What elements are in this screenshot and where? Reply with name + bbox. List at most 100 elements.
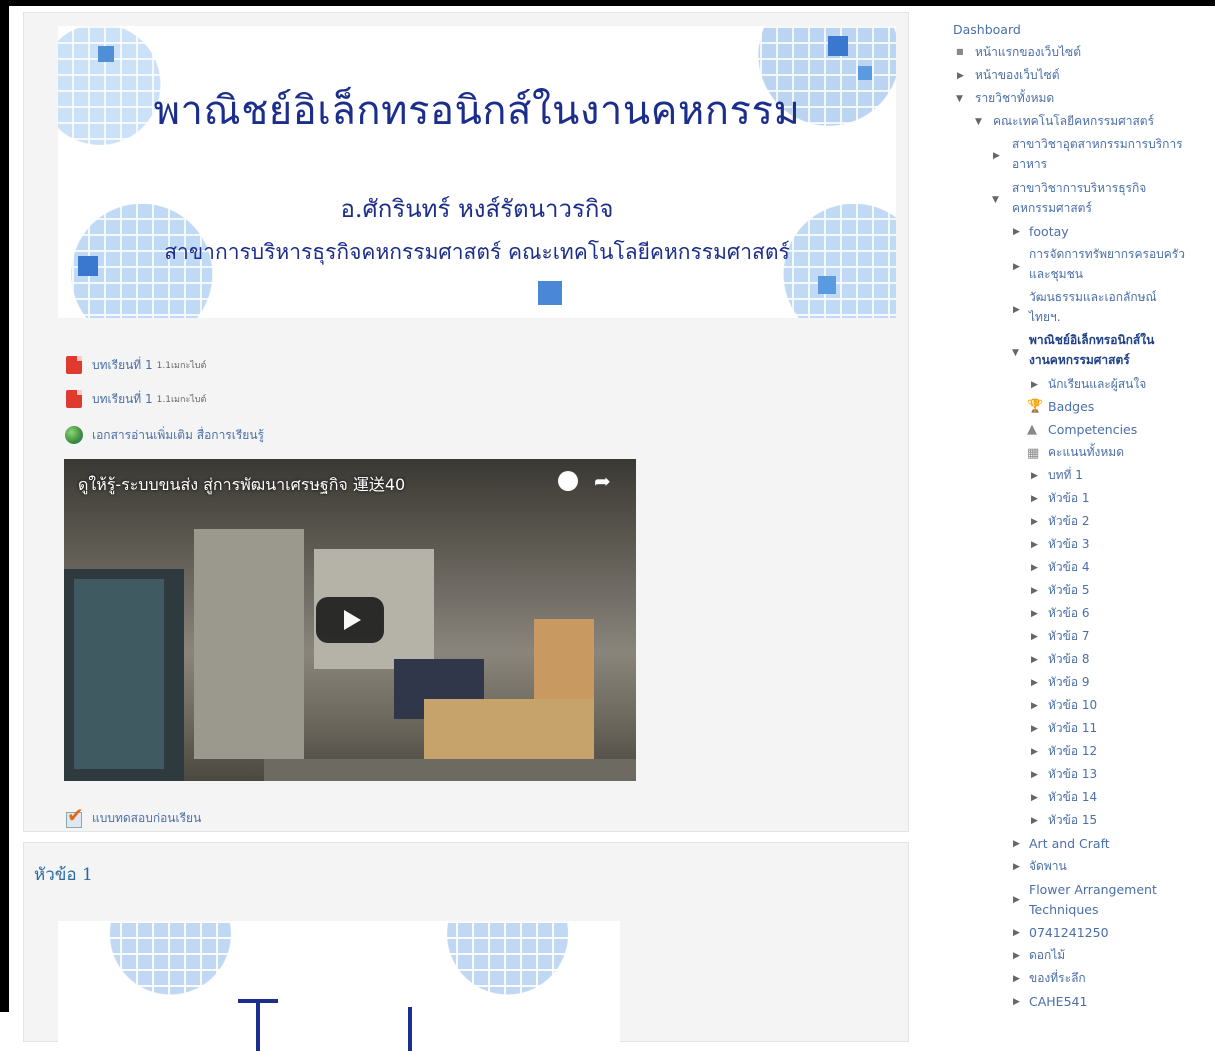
nav-topic[interactable]: หัวข้อ 5 [1048,583,1090,598]
chevron-right-icon: ▶ [993,151,1000,161]
chevron-right-icon: ▶ [1013,974,1020,984]
nav-souvenir[interactable]: ของที่ระลึก [1029,971,1086,986]
chevron-right-icon: ▶ [1013,862,1020,872]
chevron-right-icon: ▶ [1013,895,1020,905]
section-banner-image [58,921,620,1051]
nav-flower-line2[interactable]: Techniques [1029,902,1098,918]
chevron-right-icon: ▶ [1013,839,1020,849]
chevron-right-icon: ▶ [1031,609,1038,619]
activity-size: 1.1เมกะไบต์ [156,361,207,371]
chevron-right-icon: ▶ [1031,770,1038,780]
chevron-right-icon: ▶ [1031,540,1038,550]
nav-dept-biz-line1[interactable]: สาขาวิชาการบริหารธุรกิจ [1012,181,1146,196]
chevron-right-icon: ▶ [1031,655,1038,665]
chevron-right-icon: ▶ [1013,262,1020,272]
nav-dashboard[interactable]: Dashboard [953,22,1021,38]
activity-label: บทเรียนที่ 1 [92,391,153,406]
banner-title: พาณิชย์อิเล็กทรอนิกส์ในงานคหกรรม [153,88,801,134]
chevron-right-icon: ▶ [1031,701,1038,711]
chevron-right-icon: ▶ [1031,793,1038,803]
chevron-right-icon: ▶ [1031,494,1038,504]
chevron-right-icon: ▶ [1013,928,1020,938]
nav-topic[interactable]: หัวข้อ 4 [1048,560,1090,575]
banner-author: อ.ศักรินทร์ หงส์รัตนาวรกิจ [340,195,614,223]
play-button[interactable] [316,597,384,643]
chevron-right-icon: ▶ [1031,678,1038,688]
nav-dept-food-line1[interactable]: สาขาวิชาอุตสาหกรรมการบริการ [1012,137,1183,152]
globe-icon [64,425,84,445]
activity-label: เอกสารอ่านเพิ่มเติม สื่อการเรียนรู้ [92,427,264,442]
activity-lesson-1a[interactable]: บทเรียนที่ 1 1.1เมกะไบต์ [64,354,206,376]
activity-label: แบบทดสอบก่อนเรียน [92,810,202,825]
nav-topic[interactable]: หัวข้อ 3 [1048,537,1090,552]
nav-topic[interactable]: หัวข้อ 12 [1048,744,1097,759]
nav-course-code[interactable]: 0741241250 [1029,925,1109,941]
trophy-icon: 🏆 [1027,399,1044,414]
nav-footay[interactable]: footay [1029,224,1069,240]
chevron-right-icon: ▶ [1031,517,1038,527]
nav-site-home[interactable]: หน้าแรกของเว็บไซต์ [975,45,1081,60]
chevron-down-icon: ▼ [975,117,982,127]
nav-topic[interactable]: หัวข้อ 11 [1048,721,1097,736]
nav-dokmai[interactable]: ดอกไม้ [1029,948,1065,963]
chevron-right-icon: ▶ [1031,380,1038,390]
chevron-right-icon: ▶ [1031,563,1038,573]
chevron-right-icon: ▶ [1031,747,1038,757]
chevron-right-icon: ▶ [1013,951,1020,961]
chevron-right-icon: ▶ [1031,816,1038,826]
activity-pretest[interactable]: แบบทดสอบก่อนเรียน [64,803,202,829]
chevron-down-icon: ▼ [1012,348,1019,358]
nav-dept-biz-line2[interactable]: คหกรรมศาสตร์ [1012,201,1092,216]
nav-badges[interactable]: Badges [1048,399,1094,415]
watch-later-icon[interactable] [558,471,578,491]
nav-topic[interactable]: หัวข้อ 6 [1048,606,1090,621]
chevron-right-icon: ▶ [1013,305,1020,315]
activity-label: บทเรียนที่ 1 [92,357,153,372]
video-title: ดูให้รู้-ระบบขนส่ง สู่การพัฒนาเศรษฐกิจ 運… [78,475,406,494]
nav-topic[interactable]: หัวข้อ 13 [1048,767,1097,782]
share-icon[interactable]: ➦ [594,469,611,493]
chevron-right-icon: ▶ [1013,997,1020,1007]
nav-participants[interactable]: นักเรียนและผู้สนใจ [1048,377,1146,392]
nav-current-course-line1[interactable]: พาณิชย์อิเล็กทรอนิกส์ใน [1029,333,1154,348]
nav-family-line1[interactable]: การจัดการทรัพยากรครอบครัว [1029,247,1185,262]
nav-cahe541[interactable]: CAHE541 [1029,994,1087,1010]
nav-art-craft[interactable]: Art and Craft [1029,836,1110,852]
nav-topic[interactable]: หัวข้อ 2 [1048,514,1090,529]
pdf-icon [64,389,84,409]
competency-icon: ▲ [1027,422,1037,437]
nav-competencies[interactable]: Competencies [1048,422,1137,438]
nav-chapter-1[interactable]: บทที่ 1 [1048,468,1083,483]
nav-current-course-line2[interactable]: งานคหกรรมศาสตร์ [1029,353,1130,368]
nav-topic[interactable]: หัวข้อ 8 [1048,652,1090,667]
nav-faculty[interactable]: คณะเทคโนโลยีคหกรรมศาสตร์ [993,114,1154,129]
nav-dept-food-line2[interactable]: อาหาร [1012,157,1047,172]
nav-culture-line2[interactable]: ไทยฯ. [1029,310,1061,325]
course-section-intro: พาณิชย์อิเล็กทรอนิกส์ในงานคหกรรม อ.ศักริ… [23,12,909,832]
nav-topic[interactable]: หัวข้อ 10 [1048,698,1097,713]
chevron-right-icon: ▶ [1031,586,1038,596]
nav-grades[interactable]: คะแนนทั้งหมด [1048,445,1124,460]
chevron-down-icon: ▼ [992,195,999,205]
course-section-1: หัวข้อ 1 [23,842,909,1051]
banner-department: สาขาการบริหารธุรกิจคหกรรมศาสตร์ คณะเทคโน… [164,240,790,264]
pdf-icon [64,355,84,375]
navigation-block: Dashboard ■ หน้าแรกของเว็บไซต์ ▶ หน้าของ… [938,6,1215,1012]
nav-site-pages[interactable]: หน้าของเว็บไซต์ [975,68,1060,83]
nav-topic[interactable]: หัวข้อ 9 [1048,675,1090,690]
course-banner-image: พาณิชย์อิเล็กทรอนิกส์ในงานคหกรรม อ.ศักริ… [58,26,896,318]
nav-topic[interactable]: หัวข้อ 15 [1048,813,1097,828]
nav-topic[interactable]: หัวข้อ 1 [1048,491,1090,506]
nav-topic[interactable]: หัวข้อ 14 [1048,790,1097,805]
nav-culture-line1[interactable]: วัฒนธรรมและเอกลักษณ์ [1029,290,1157,305]
activity-reading[interactable]: เอกสารอ่านเพิ่มเติม สื่อการเรียนรู้ [64,424,264,446]
nav-all-courses[interactable]: รายวิชาทั้งหมด [975,91,1054,106]
nav-flower-line1[interactable]: Flower Arrangement [1029,882,1157,898]
nav-family-line2[interactable]: และชุมชน [1029,267,1083,282]
nav-jadpan[interactable]: จัดพาน [1029,859,1067,874]
main-content: พาณิชย์อิเล็กทรอนิกส์ในงานคหกรรม อ.ศักริ… [9,6,919,1051]
embedded-video[interactable]: ดูให้รู้-ระบบขนส่ง สู่การพัฒนาเศรษฐกิจ 運… [64,459,636,781]
activity-lesson-1b[interactable]: บทเรียนที่ 1 1.1เมกะไบต์ [64,388,206,410]
nav-topic[interactable]: หัวข้อ 7 [1048,629,1090,644]
chevron-right-icon: ▶ [1031,632,1038,642]
